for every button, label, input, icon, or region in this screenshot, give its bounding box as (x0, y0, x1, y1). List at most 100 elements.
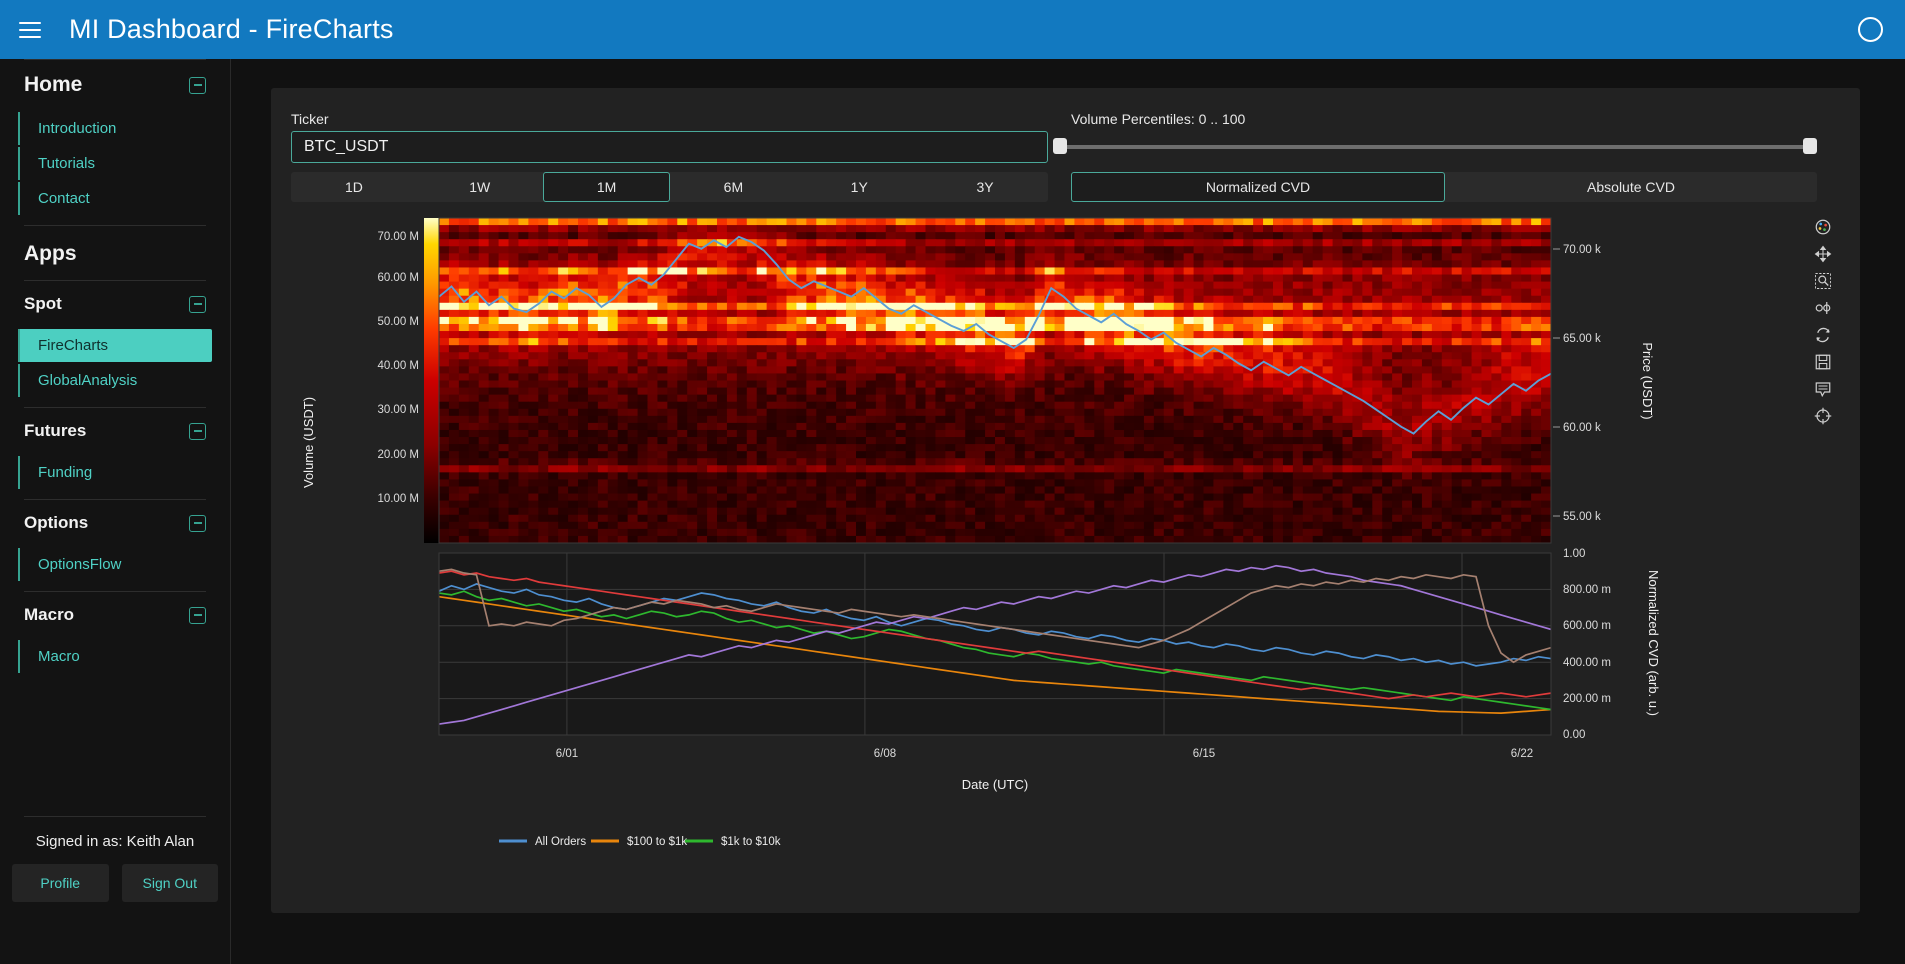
sidebar-item-globalanalysis[interactable]: GlobalAnalysis (18, 364, 212, 397)
collapse-minus-icon[interactable] (189, 295, 206, 313)
axis-tick: 40.00 M (377, 360, 419, 372)
tab-timeframe-1m[interactable]: 1M (542, 172, 671, 202)
profile-button[interactable]: Profile (12, 864, 109, 902)
cvd-axis-right: 1.00 800.00 m 600.00 m 400.00 m 200.00 m… (1563, 548, 1661, 741)
tab-timeframe-1y[interactable]: 1Y (796, 172, 922, 202)
sidebar: Home Introduction Tutorials Contact Apps… (0, 59, 231, 964)
collapse-minus-icon[interactable] (189, 514, 206, 532)
sidebar-item-tutorials[interactable]: Tutorials (18, 147, 212, 180)
axis-tick: 0.00 (1563, 729, 1585, 741)
pan-icon[interactable] (1814, 245, 1832, 263)
tab-timeframe-1w[interactable]: 1W (417, 172, 543, 202)
axis-tick: 60.00 M (377, 272, 419, 284)
sidebar-group-spot[interactable]: Spot (0, 281, 230, 327)
axis-tick: 6/15 (1193, 748, 1215, 760)
collapse-minus-icon[interactable] (189, 76, 206, 94)
sidebar-item-funding[interactable]: Funding (18, 456, 212, 489)
sidebar-apps-label: Apps (24, 242, 77, 265)
legend-label: $100 to $1k (627, 836, 687, 848)
sidebar-item-introduction[interactable]: Introduction (18, 112, 212, 145)
chart-card: Ticker Volume Percentiles: 0 .. 100 1D 1… (271, 88, 1860, 913)
axis-tick: 70.00 k (1563, 244, 1601, 256)
collapse-minus-icon[interactable] (189, 606, 206, 624)
axis-tick: 6/01 (556, 748, 578, 760)
sign-out-button[interactable]: Sign Out (121, 864, 218, 902)
tab-timeframe-3y[interactable]: 3Y (922, 172, 1048, 202)
axis-tick: 20.00 M (377, 449, 419, 461)
sidebar-group-options[interactable]: Options (0, 500, 230, 546)
sidebar-group-home[interactable]: Home (0, 60, 230, 110)
legend-label: All Orders (535, 836, 586, 848)
page-title: MI Dashboard - FireCharts (69, 14, 394, 44)
axis-tick: 30.00 M (377, 404, 419, 416)
sidebar-group-title: Home (24, 73, 83, 96)
plot-svg: 70.00 M 60.00 M 50.00 M 40.00 M 30.00 M … (301, 217, 1661, 848)
sidebar-group-macro[interactable]: Macro (0, 592, 230, 638)
axis-tick: 200.00 m (1563, 693, 1611, 705)
sidebar-item-firecharts[interactable]: FireCharts (18, 329, 212, 362)
axis-tick: 6/08 (874, 748, 896, 760)
axis-tick: 1.00 (1563, 548, 1585, 560)
volume-percentiles-slider[interactable] (1053, 138, 1817, 154)
sidebar-group-title: Spot (24, 294, 62, 313)
sidebar-item-contact[interactable]: Contact (18, 182, 212, 215)
tab-timeframe-1d[interactable]: 1D (291, 172, 417, 202)
axis-tick: 400.00 m (1563, 657, 1611, 669)
legend: All Orders $100 to $1k $1k to $10k (499, 836, 781, 848)
sidebar-futures-links: Funding (0, 456, 230, 489)
main-content: Ticker Volume Percentiles: 0 .. 100 1D 1… (231, 59, 1905, 964)
firecharts-plot: 70.00 M 60.00 M 50.00 M 40.00 M 30.00 M … (291, 213, 1840, 893)
axis-tick: 55.00 k (1563, 511, 1601, 523)
sidebar-item-macro[interactable]: Macro (18, 640, 212, 673)
slider-handle-min[interactable] (1053, 138, 1067, 154)
axis-tick: 6/22 (1511, 748, 1533, 760)
axis-tick: 600.00 m (1563, 620, 1611, 632)
tab-absolute-cvd[interactable]: Absolute CVD (1445, 172, 1817, 202)
axis-title-price: Price (USDT) (1640, 342, 1655, 419)
heatmap-panel[interactable] (439, 218, 1552, 544)
sidebar-spot-links: FireCharts GlobalAnalysis (0, 329, 230, 397)
cvd-mode-button-group: Normalized CVD Absolute CVD (1071, 172, 1817, 202)
axis-tick: 50.00 M (377, 316, 419, 328)
price-axis-right: 70.00 k 65.00 k 60.00 k 55.00 k Price (U… (1553, 244, 1655, 523)
application-root: MI Dashboard - FireCharts Home Introduct… (0, 0, 1905, 964)
signed-in-as-label: Signed in as: Keith Alan (35, 833, 195, 850)
sidebar-group-futures[interactable]: Futures (0, 408, 230, 454)
volume-intensity-colorbar (424, 218, 441, 543)
sidebar-apps-heading: Apps (0, 226, 230, 280)
cvd-panel[interactable] (439, 553, 1551, 735)
slider-handle-max[interactable] (1803, 138, 1817, 154)
palette-icon[interactable] (1814, 218, 1832, 236)
account-buttons: Profile Sign Out (0, 864, 230, 902)
axes-toggle-icon[interactable] (1814, 299, 1832, 317)
annotation-icon[interactable] (1814, 380, 1832, 398)
axis-title-volume: Volume (USDT) (301, 397, 316, 488)
sidebar-home-links: Introduction Tutorials Contact (0, 112, 230, 215)
legend-item-100-to-1k[interactable]: $100 to $1k (591, 836, 687, 848)
reset-icon[interactable] (1814, 326, 1832, 344)
sidebar-group-title: Futures (24, 421, 87, 440)
save-icon[interactable] (1814, 353, 1832, 371)
axis-tick: 70.00 M (377, 231, 419, 243)
tab-timeframe-6m[interactable]: 6M (670, 172, 796, 202)
axis-tick: 65.00 k (1563, 333, 1601, 345)
zoom-box-icon[interactable] (1814, 272, 1832, 290)
sidebar-group-title: Options (24, 513, 89, 532)
account-circle-icon[interactable] (1858, 17, 1883, 42)
crosshair-icon[interactable] (1814, 407, 1832, 425)
hamburger-icon[interactable] (13, 13, 47, 47)
plot-modebar (1810, 218, 1836, 425)
collapse-minus-icon[interactable] (189, 422, 206, 440)
legend-item-all-orders[interactable]: All Orders (499, 836, 586, 848)
sidebar-item-optionsflow[interactable]: OptionsFlow (18, 548, 212, 581)
axis-tick: 800.00 m (1563, 584, 1611, 596)
ticker-label: Ticker (291, 111, 329, 127)
legend-item-1k-to-10k[interactable]: $1k to $10k (685, 836, 781, 848)
axis-tick: 60.00 k (1563, 422, 1601, 434)
ticker-input[interactable] (291, 131, 1048, 163)
sidebar-options-links: OptionsFlow (0, 548, 230, 581)
volume-percentiles-label: Volume Percentiles: 0 .. 100 (1071, 111, 1246, 127)
tab-normalized-cvd[interactable]: Normalized CVD (1071, 172, 1445, 202)
axis-tick: 10.00 M (377, 493, 419, 505)
top-app-bar: MI Dashboard - FireCharts (0, 0, 1905, 59)
